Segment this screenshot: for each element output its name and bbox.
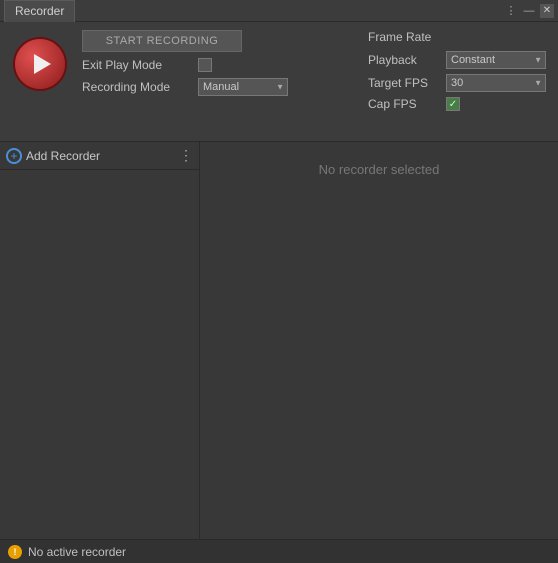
- title-tab-label: Recorder: [15, 4, 64, 18]
- recording-mode-dropdown-wrapper: Manual Auto Frame Interval: [198, 78, 288, 96]
- recording-mode-row: Recording Mode Manual Auto Frame Interva…: [82, 78, 336, 96]
- play-button[interactable]: [13, 37, 67, 91]
- left-sidebar: + Add Recorder ⋮: [0, 142, 200, 539]
- add-recorder-label: Add Recorder: [26, 149, 100, 163]
- sidebar-menu-dots-icon[interactable]: ⋮: [179, 147, 193, 164]
- main-container: START RECORDING Exit Play Mode Recording…: [0, 22, 558, 563]
- target-fps-row: Target FPS 30 24 60 120: [368, 74, 548, 92]
- exit-play-mode-label: Exit Play Mode: [82, 58, 192, 72]
- right-content: No recorder selected: [200, 142, 558, 539]
- add-recorder-row[interactable]: + Add Recorder ⋮: [0, 142, 199, 170]
- status-bar: ! No active recorder: [0, 539, 558, 563]
- add-circle-icon: +: [6, 148, 22, 164]
- play-button-container: [10, 34, 70, 94]
- close-button[interactable]: ✕: [540, 4, 554, 18]
- cap-fps-row: Cap FPS ✓: [368, 97, 548, 111]
- playback-row: Playback Constant Variable: [368, 51, 548, 69]
- status-text: No active recorder: [28, 545, 126, 559]
- title-bar: Recorder ⋮ — ✕: [0, 0, 558, 22]
- recording-mode-label: Recording Mode: [82, 80, 192, 94]
- playback-label: Playback: [368, 53, 440, 67]
- playback-dropdown-wrapper: Constant Variable: [446, 51, 546, 69]
- target-fps-dropdown[interactable]: 30 24 60 120: [446, 74, 546, 92]
- minimize-icon[interactable]: —: [522, 4, 536, 18]
- play-triangle-icon: [34, 54, 51, 74]
- target-fps-label: Target FPS: [368, 76, 440, 90]
- title-tab: Recorder: [4, 0, 75, 22]
- no-recorder-text: No recorder selected: [319, 162, 440, 177]
- exit-play-mode-row: Exit Play Mode: [82, 58, 336, 72]
- title-bar-icons: ⋮ — ✕: [504, 4, 554, 18]
- recording-mode-dropdown[interactable]: Manual Auto Frame Interval: [198, 78, 288, 96]
- menu-dots-icon[interactable]: ⋮: [504, 4, 518, 18]
- controls-section: START RECORDING Exit Play Mode Recording…: [82, 30, 336, 96]
- top-panel: START RECORDING Exit Play Mode Recording…: [0, 22, 558, 142]
- frame-rate-section: Frame Rate Playback Constant Variable Ta…: [368, 30, 548, 111]
- recorder-list: [0, 170, 199, 539]
- bottom-panel: + Add Recorder ⋮ No recorder selected: [0, 142, 558, 539]
- frame-rate-title: Frame Rate: [368, 30, 548, 44]
- cap-fps-checkbox[interactable]: ✓: [446, 97, 460, 111]
- cap-fps-label: Cap FPS: [368, 97, 440, 111]
- warning-icon: !: [8, 545, 22, 559]
- exit-play-mode-checkbox[interactable]: [198, 58, 212, 72]
- start-recording-button[interactable]: START RECORDING: [82, 30, 242, 52]
- target-fps-dropdown-wrapper: 30 24 60 120: [446, 74, 546, 92]
- playback-dropdown[interactable]: Constant Variable: [446, 51, 546, 69]
